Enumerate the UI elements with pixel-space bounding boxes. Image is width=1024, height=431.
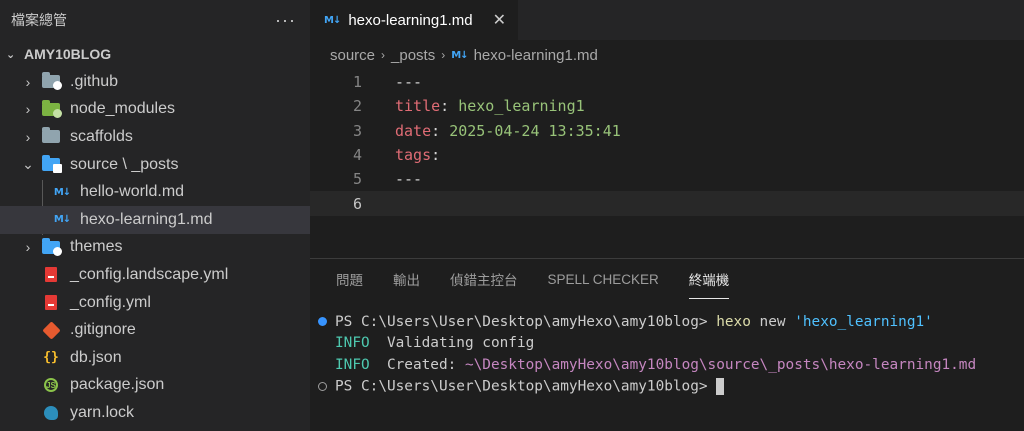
explorer-title: 檔案總管 (11, 12, 67, 28)
code-line: 3 date: 2025-04-24 13:35:41 (310, 119, 1024, 143)
editor-area: M↓ hexo-learning1.md ✕ source › _posts ›… (310, 0, 1024, 258)
tab-debug-console[interactable]: 偵錯主控台 (450, 259, 518, 299)
tree-item-yarn-lock[interactable]: yarn.lock (0, 399, 310, 427)
tab-bar: M↓ hexo-learning1.md ✕ (310, 0, 1024, 40)
line-number: 3 (352, 121, 362, 140)
tree-item-gitignore[interactable]: .gitignore (0, 316, 310, 344)
tree-item-package-json[interactable]: JS package.json (0, 372, 310, 400)
tree-item-label: scaffolds (70, 127, 133, 145)
github-folder-icon (42, 72, 62, 91)
code-line: 5 --- (310, 167, 1024, 191)
tree-item-label: package.json (70, 376, 165, 394)
breadcrumb: source › _posts › M↓ hexo-learning1.md (310, 40, 1024, 70)
chevron-down-icon: ⌄ (22, 156, 34, 173)
command-status-icon[interactable] (318, 381, 327, 391)
close-icon[interactable]: ✕ (493, 10, 506, 30)
yaml-file-icon (42, 295, 60, 311)
code-text: --- (395, 73, 423, 92)
tree-item-label: source \ _posts (70, 155, 179, 173)
chevron-right-icon: › (25, 239, 31, 256)
bottom-panel: 問題 輸出 偵錯主控台 SPELL CHECKER 終端機 PS C:\User… (310, 258, 1024, 431)
tree-item-label: _config.landscape.yml (70, 265, 229, 283)
tree-item-label: node_modules (70, 100, 175, 118)
yarn-icon (42, 405, 60, 421)
chevron-down-icon: ⌄ (6, 48, 16, 61)
terminal-line: INFO Created: ~\Desktop\amyHexo\amy10blo… (335, 356, 977, 373)
tree-item-label: yarn.lock (70, 403, 135, 421)
tree-item-label: themes (70, 238, 123, 256)
git-icon (41, 320, 61, 340)
tree-item-github[interactable]: › .github (0, 68, 310, 96)
chevron-right-icon: › (25, 101, 31, 118)
explorer-sidebar: 檔案總管 ··· ⌄ AMY10BLOG › .github › node_mo… (0, 0, 310, 431)
terminal-line: PS C:\Users\User\Desktop\amyHexo\amy10bl… (310, 376, 1024, 398)
tree-item-config[interactable]: _config.yml (0, 289, 310, 317)
code-line: 1 --- (310, 70, 1024, 94)
source-folder-icon (42, 155, 62, 174)
tree-item-label: .gitignore (70, 321, 136, 339)
workspace-root[interactable]: ⌄ AMY10BLOG (0, 40, 310, 68)
yaml-file-icon (42, 267, 60, 283)
tree-item-themes[interactable]: › themes (0, 234, 310, 262)
tree-item-config-landscape[interactable]: _config.landscape.yml (0, 261, 310, 289)
tree-item-node-modules[interactable]: › node_modules (0, 96, 310, 124)
workspace-root-label: AMY10BLOG (24, 46, 112, 62)
more-actions-icon[interactable]: ··· (275, 11, 296, 29)
chevron-right-icon: › (25, 73, 31, 90)
json-icon: {} (43, 350, 59, 366)
code-text: tags: (395, 146, 441, 165)
code-editor[interactable]: 1 --- 2 title: hexo_learning1 3 date: 20… (310, 70, 1024, 216)
tree-item-label: .github (70, 72, 119, 90)
line-number: 6 (352, 194, 362, 213)
breadcrumb-item[interactable]: hexo-learning1.md (474, 47, 598, 64)
breadcrumb-item[interactable]: _posts (391, 47, 435, 64)
tab-output[interactable]: 輸出 (393, 259, 420, 299)
terminal-cursor (716, 377, 725, 395)
tree-item-hexo-learning1[interactable]: M↓ hexo-learning1.md (0, 205, 310, 234)
terminal[interactable]: PS C:\Users\User\Desktop\amyHexo\amy10bl… (310, 299, 1024, 397)
tab-hexo-learning1[interactable]: M↓ hexo-learning1.md ✕ (310, 0, 518, 40)
code-text: date: 2025-04-24 13:35:41 (395, 121, 621, 140)
chevron-right-icon: › (381, 48, 386, 62)
tree-item-label: db.json (70, 348, 122, 366)
explorer-header: 檔案總管 ··· (0, 0, 310, 40)
tab-spell-checker[interactable]: SPELL CHECKER (548, 259, 659, 299)
code-line: 4 tags: (310, 143, 1024, 167)
breadcrumb-item[interactable]: source (330, 47, 375, 64)
node-folder-icon (42, 99, 62, 118)
terminal-line: PS C:\Users\User\Desktop\amyHexo\amy10bl… (310, 311, 1024, 333)
code-text: --- (395, 170, 423, 189)
tree-item-label: _config.yml (70, 293, 151, 311)
tab-label: hexo-learning1.md (348, 11, 473, 29)
markdown-icon: M↓ (451, 49, 468, 61)
code-text: title: hexo_learning1 (395, 97, 585, 116)
folder-icon (42, 127, 60, 145)
code-line: 2 title: hexo_learning1 (310, 94, 1024, 118)
tree-item-source-posts[interactable]: ⌄ source \ _posts (0, 151, 310, 179)
themes-folder-icon (42, 237, 62, 256)
nodejs-icon: JS (42, 377, 60, 393)
chevron-right-icon: › (441, 48, 446, 62)
command-status-icon[interactable] (318, 317, 327, 327)
line-number: 1 (352, 73, 362, 92)
markdown-icon: M↓ (53, 214, 71, 226)
tree-item-db-json[interactable]: {} db.json (0, 344, 310, 372)
tree-item-scaffolds[interactable]: › scaffolds (0, 123, 310, 151)
line-number: 4 (352, 146, 362, 165)
tab-terminal[interactable]: 終端機 (688, 259, 730, 299)
tree-item-label: hexo-learning1.md (80, 210, 213, 228)
tree-item-hello-world[interactable]: M↓ hello-world.md (0, 178, 310, 206)
chevron-right-icon: › (25, 128, 31, 145)
code-line-current: 6 (310, 191, 1024, 216)
tree-item-label: hello-world.md (80, 183, 185, 201)
panel-tabs: 問題 輸出 偵錯主控台 SPELL CHECKER 終端機 (310, 259, 1024, 299)
tab-problems[interactable]: 問題 (336, 259, 363, 299)
markdown-icon: M↓ (324, 14, 341, 26)
line-number: 5 (352, 170, 362, 189)
markdown-icon: M↓ (53, 186, 71, 198)
line-number: 2 (352, 97, 362, 116)
terminal-line: INFO Validating config (335, 335, 535, 352)
